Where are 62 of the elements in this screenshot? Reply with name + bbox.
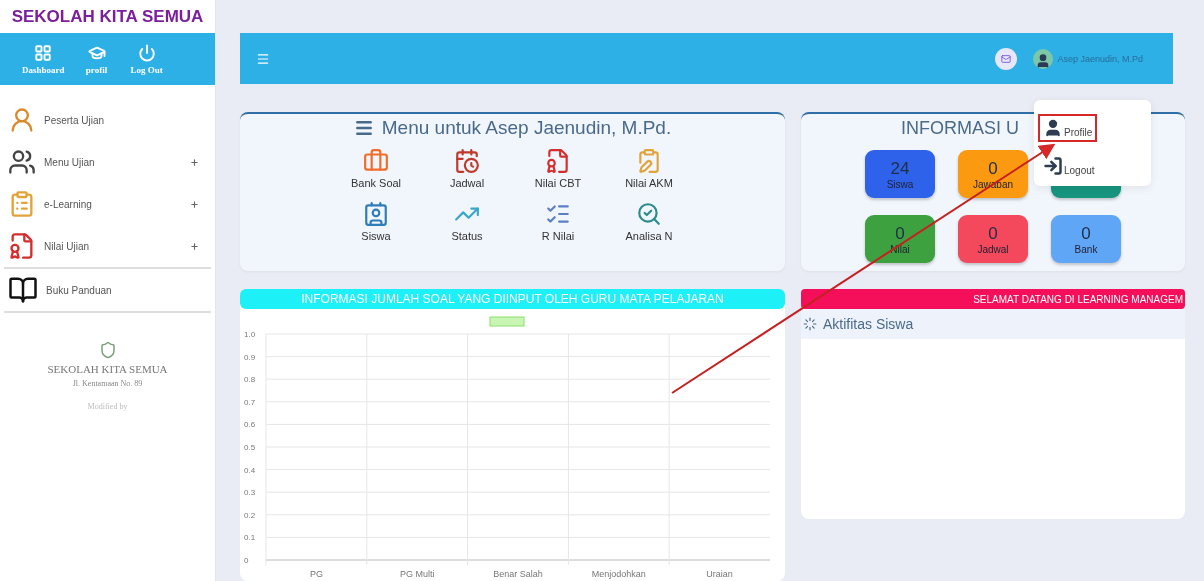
- axis-tick-label: 0: [244, 556, 249, 565]
- document-icon: [545, 148, 571, 174]
- welcome-banner: SELAMAT DATANG DI LEARNING MANAGEM: [801, 289, 1185, 309]
- power-icon: [137, 43, 156, 62]
- axis-tick-label: 0.9: [244, 352, 256, 362]
- card-title: INFORMASI U: [901, 116, 1019, 140]
- menu-icon: [353, 118, 374, 138]
- loading-icon: [803, 317, 817, 331]
- stat-tile: 0 Jadwal: [958, 215, 1028, 263]
- menu-shortcut[interactable]: Analisa N: [603, 201, 695, 242]
- mail-button[interactable]: [995, 47, 1018, 70]
- document-icon: [8, 232, 36, 260]
- school-name: SEKOLAH KITA SEMUA: [10, 5, 205, 28]
- card-title: Menu untuk Asep Jaenudin, M.Pd.: [353, 114, 672, 142]
- menu-shortcut[interactable]: Siswa: [330, 201, 422, 242]
- activity-title: Aktifitas Siswa: [823, 316, 914, 332]
- sidebar-item[interactable]: e-Learning: [0, 183, 215, 225]
- stat-tile: 24 Siswa: [865, 150, 935, 198]
- axis-tick-label: 0.3: [244, 488, 256, 498]
- credit-text: Modified by: [87, 402, 128, 411]
- axis-tick-label: 0.1: [244, 533, 256, 543]
- chart-title: INFORMASI JUMLAH SOAL YANG DIINPUT OLEH GURU MATA PELAJARAN: [240, 289, 785, 309]
- people-icon: [8, 148, 36, 176]
- sidebar-item[interactable]: Peserta Ujian: [0, 99, 215, 141]
- school-logo-icon: [98, 341, 117, 359]
- axis-tick-label: 0.5: [244, 443, 256, 452]
- menu-shortcut[interactable]: Nilai CBT: [512, 148, 604, 189]
- menu-shortcut[interactable]: Bank Soal: [330, 148, 422, 189]
- axis-tick-label: 0.2: [244, 510, 256, 520]
- briefcase-icon: [363, 148, 389, 174]
- axis-tick-label: 1.0: [244, 330, 256, 339]
- axis-category-label: Uraian: [706, 569, 733, 579]
- sidebar-item[interactable]: Nilai Ujian: [0, 225, 215, 267]
- id-card-icon: [363, 201, 389, 227]
- menu-item[interactable]: Profile: [1038, 114, 1098, 142]
- axis-category-label: PG Multi: [399, 569, 435, 579]
- menu-shortcut[interactable]: R Nilai: [512, 201, 604, 242]
- clipboard-icon: [636, 148, 662, 174]
- school-address: Jl. Kentamaan No. 89: [72, 379, 143, 388]
- stat-tile: 0 Bank: [1051, 215, 1121, 263]
- axis-category-label: Benar Salah: [493, 569, 543, 579]
- sidebar-item[interactable]: Buku Panduan: [0, 269, 215, 311]
- axis-tick-label: 0.6: [244, 420, 256, 430]
- book-icon: [8, 275, 38, 305]
- axis-tick-label: 0.4: [244, 465, 256, 475]
- calendar-icon: [454, 148, 480, 174]
- school-name: SEKOLAH KITA SEMUA: [47, 363, 168, 375]
- sign-in-icon: [1043, 156, 1063, 176]
- axis-category-label: PG: [309, 569, 323, 579]
- menu-shortcut[interactable]: Status: [421, 201, 513, 242]
- sidebar-item[interactable]: Menu Ujian: [0, 141, 215, 183]
- axis-tick-label: 0.7: [244, 397, 256, 407]
- axis-tick-label: 0.8: [244, 375, 256, 385]
- magnifier-icon: [636, 201, 662, 227]
- mail-icon: [1001, 53, 1012, 64]
- axis-category-label: Menjodohkan: [591, 569, 646, 579]
- menu-item[interactable]: Logout: [1038, 152, 1100, 180]
- menu-icon[interactable]: [256, 51, 270, 66]
- menu-shortcut[interactable]: Nilai AKM: [603, 148, 695, 189]
- grid-icon: [34, 43, 53, 62]
- menu-shortcut[interactable]: Jadwal: [421, 148, 513, 189]
- person-icon: [1043, 118, 1063, 138]
